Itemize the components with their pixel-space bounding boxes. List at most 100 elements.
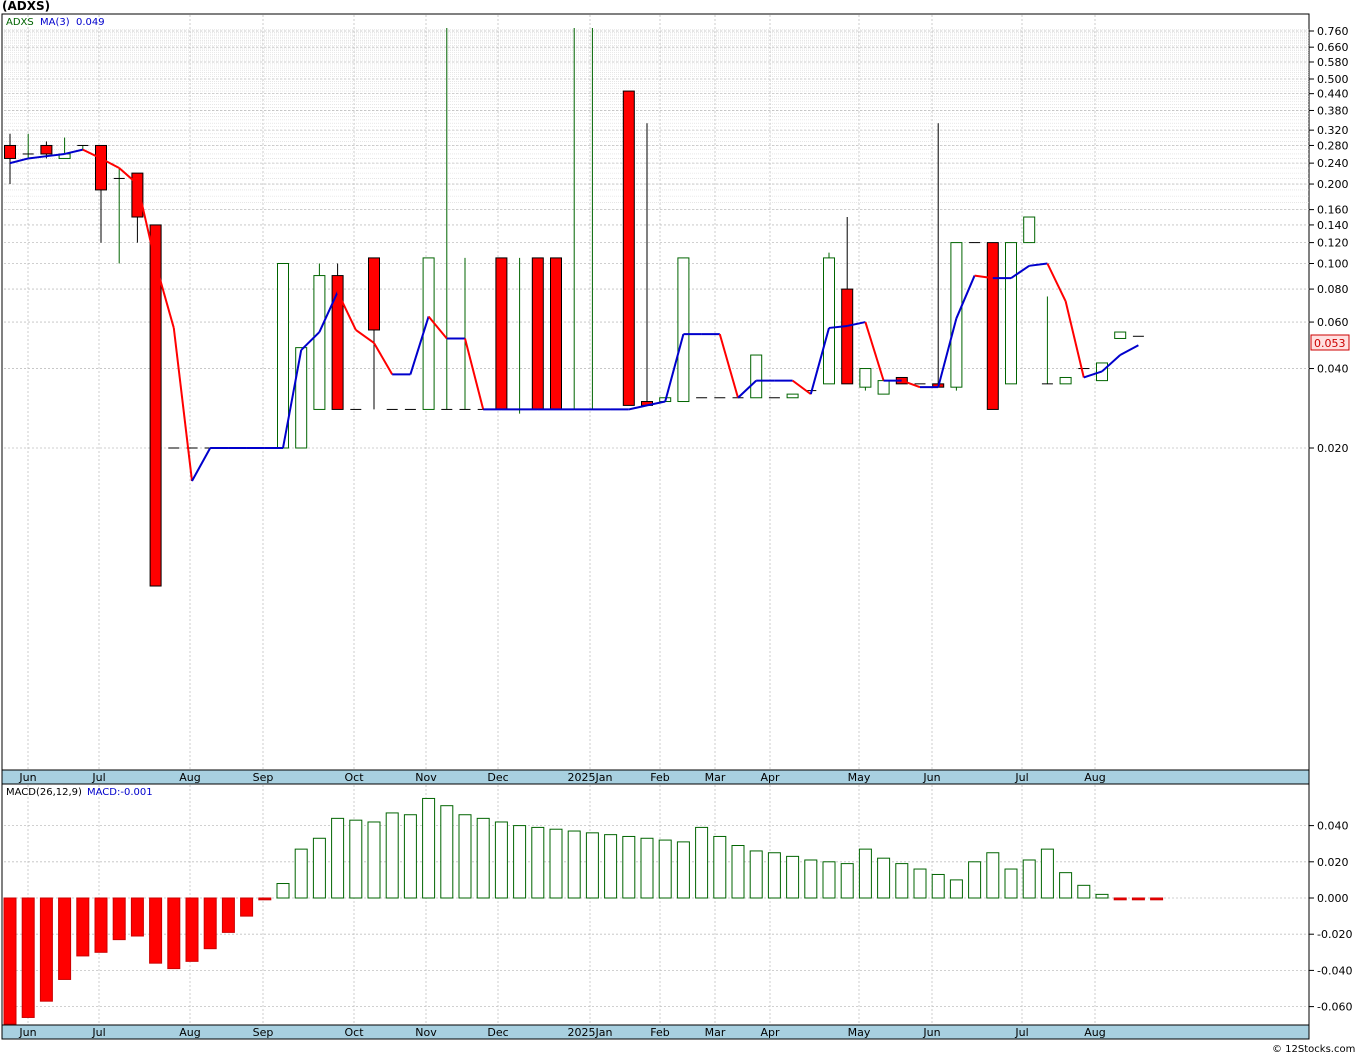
- ma-line-segment: [1064, 300, 1085, 378]
- macd-marks: [3, 797, 1164, 1025]
- price-legend-ticker: ADXS: [6, 17, 34, 28]
- candle-up: [295, 347, 308, 449]
- macd-bar: [403, 814, 417, 899]
- price-x-label: Jun: [18, 771, 36, 784]
- macd-bar: [858, 848, 872, 899]
- ma-line-segment: [355, 329, 375, 344]
- candle-down: [40, 144, 53, 155]
- candle-up: [823, 257, 835, 385]
- macd-bar: [494, 821, 508, 899]
- macd-y-tick-label: -0.060: [1317, 1001, 1352, 1014]
- price-y-tick-label: 0.200: [1317, 178, 1349, 191]
- macd-bar: [567, 830, 581, 899]
- price-x-label: Feb: [650, 771, 669, 784]
- ma-line-segment: [64, 148, 84, 155]
- ma-line-segment: [373, 342, 394, 375]
- macd-bar: [331, 817, 345, 899]
- macd-bar: [1131, 897, 1145, 901]
- candle-up: [750, 354, 763, 399]
- macd-bar: [112, 897, 126, 941]
- macd-bar: [676, 841, 690, 899]
- price-x-label: 2025Jan: [568, 771, 613, 784]
- macd-bar: [549, 828, 563, 899]
- macd-bar: [385, 812, 399, 899]
- macd-bar: [58, 897, 72, 980]
- macd-bar: [1059, 872, 1073, 899]
- macd-x-label: Feb: [650, 1026, 669, 1039]
- candle-up: [1005, 242, 1017, 385]
- price-y-tick-label: 0.060: [1317, 316, 1349, 329]
- macd-x-label: Nov: [415, 1026, 437, 1039]
- macd-bar: [130, 897, 144, 937]
- candle-up: [277, 262, 289, 449]
- candle-down: [495, 257, 508, 410]
- price-x-label: Apr: [760, 771, 780, 784]
- candle-up: [313, 275, 326, 410]
- macd-bar: [1004, 868, 1018, 899]
- chart-canvas: Jun Jul Aug Sep Oct Nov Dec 2025Jan Feb Mar Apr May…: [1, 13, 1355, 1055]
- candle-up: [1023, 216, 1036, 244]
- macd-bar: [39, 897, 53, 1002]
- macd-bar: [440, 805, 454, 899]
- candle-up: [1114, 331, 1127, 339]
- macd-x-label: Oct: [344, 1026, 364, 1039]
- candle-down: [331, 275, 344, 410]
- macd-bar: [276, 883, 290, 899]
- last-price-label: 0.053: [1314, 337, 1346, 350]
- macd-bar: [258, 897, 272, 901]
- price-marks: [4, 28, 1144, 587]
- macd-bar: [185, 897, 199, 962]
- price-x-label: Aug: [179, 771, 200, 784]
- price-x-label: Jul: [1014, 771, 1028, 784]
- macd-grid: [4, 785, 1309, 1025]
- macd-bar: [294, 848, 308, 899]
- macd-bar: [731, 845, 745, 899]
- macd-bar: [713, 835, 727, 899]
- macd-bar: [149, 897, 163, 964]
- macd-bar: [513, 825, 527, 899]
- candle-down: [550, 257, 562, 410]
- price-x-label: Mar: [705, 771, 726, 784]
- price-y-tick-label: 0.500: [1317, 73, 1349, 86]
- candle-down: [368, 257, 380, 331]
- macd-bar: [931, 873, 945, 899]
- price-y-tick-label: 0.020: [1317, 442, 1349, 455]
- macd-y-tick-label: -0.040: [1317, 964, 1352, 977]
- candle-up: [859, 368, 872, 388]
- price-y-tick-label: 0.760: [1317, 25, 1349, 38]
- macd-bar: [986, 852, 1000, 899]
- price-legend-ma-label: MA(3): [40, 17, 70, 28]
- macd-bar: [1150, 897, 1164, 901]
- price-x-label: May: [848, 771, 871, 784]
- macd-bar: [221, 897, 235, 933]
- price-x-label: Oct: [344, 771, 364, 784]
- macd-bar: [913, 868, 927, 899]
- price-x-label: Sep: [253, 771, 274, 784]
- macd-bar: [767, 852, 781, 899]
- ma-line-segment: [1046, 263, 1067, 302]
- macd-bar: [877, 857, 891, 899]
- macd-y-ticks: 0.040 0.020 0.000 -0.020 -0.040 -0.060: [1309, 820, 1352, 1014]
- macd-x-label: Sep: [253, 1026, 274, 1039]
- macd-x-label: Apr: [760, 1026, 780, 1039]
- macd-bar: [695, 826, 709, 899]
- macd-bar: [658, 839, 672, 899]
- macd-x-label: Jul: [1014, 1026, 1028, 1039]
- macd-bar: [949, 879, 963, 899]
- macd-bar: [640, 837, 654, 899]
- macd-bar: [312, 837, 326, 899]
- macd-bar: [840, 863, 854, 899]
- ma-line-segment: [1119, 344, 1139, 356]
- price-y-tick-label: 0.080: [1317, 283, 1349, 296]
- macd-bar: [585, 832, 599, 899]
- candle-up: [786, 393, 799, 399]
- macd-bar: [786, 855, 800, 899]
- macd-x-label: Dec: [487, 1026, 508, 1039]
- ma-line-segment: [464, 338, 485, 410]
- price-y-tick-label: 0.140: [1317, 219, 1349, 232]
- macd-bar: [822, 861, 836, 899]
- price-y-tick-label: 0.040: [1317, 363, 1349, 376]
- price-y-tick-label: 0.320: [1317, 124, 1349, 137]
- price-grid: [4, 15, 1309, 770]
- price-y-tick-label: 0.120: [1317, 237, 1349, 250]
